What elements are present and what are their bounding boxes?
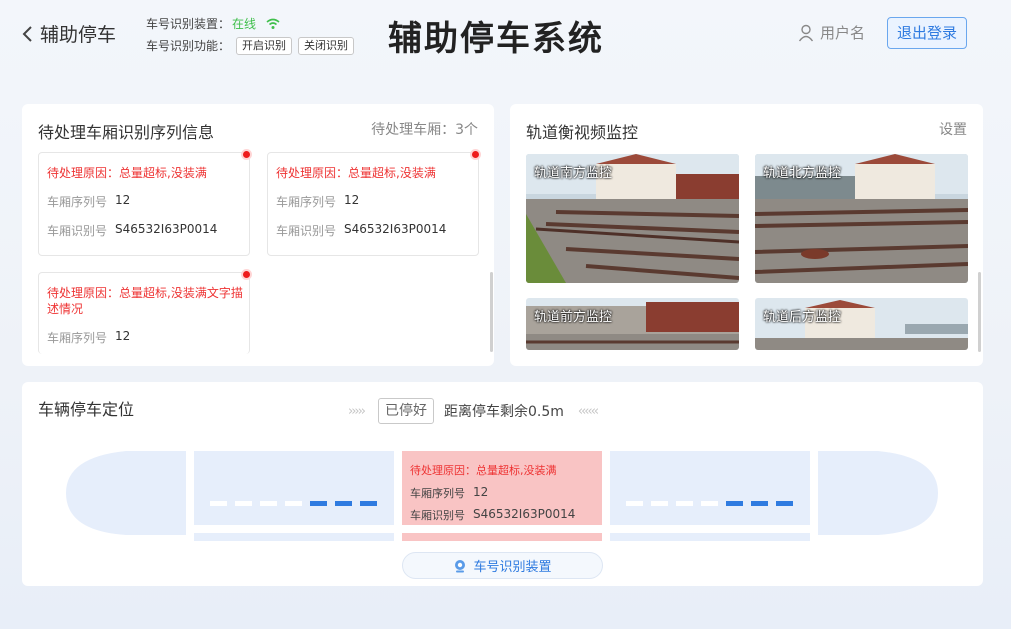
car-segment: [360, 501, 377, 506]
car-segment: [676, 501, 693, 506]
function-label: 车号识别功能：: [146, 39, 231, 53]
train-car[interactable]: [194, 451, 394, 525]
alert-dot: [470, 149, 481, 160]
id-label: 车厢识别号: [276, 224, 337, 238]
camera-label: 轨道后方监控: [763, 310, 842, 325]
car-segment: [726, 501, 743, 506]
logout-button[interactable]: 退出登录: [887, 17, 967, 49]
pending-title: 待处理车厢识别序列信息: [38, 123, 215, 142]
wifi-icon: [266, 18, 280, 29]
username: 用户名: [820, 24, 866, 42]
seq-value: 12: [115, 329, 131, 343]
active-id-label: 车厢识别号: [410, 509, 465, 522]
seq-value: 12: [344, 193, 360, 207]
page-title: 辅助停车系统: [388, 19, 604, 59]
alert-dot: [241, 149, 252, 160]
pending-card[interactable]: 待处理原因：总量超标,没装满文字描述情况 车厢序列号 12: [38, 269, 252, 354]
stopped-badge: 已停好: [378, 398, 434, 424]
camera-label: 轨道前方监控: [534, 310, 613, 325]
alert-dot: [241, 269, 252, 280]
car-segment: [751, 501, 768, 506]
recognition-device-button[interactable]: 车号识别装置: [402, 552, 603, 579]
pending-card[interactable]: 待处理原因：总量超标,没装满 车厢序列号 12 车厢识别号 S46532I63P00…: [38, 149, 252, 256]
forward-arrows: ›››››: [348, 403, 366, 419]
settings-link[interactable]: 设置: [939, 119, 967, 139]
camera-feed[interactable]: 轨道前方监控: [526, 298, 739, 350]
card-reason: 待处理原因：总量超标,没装满: [47, 166, 207, 180]
car-segment: [335, 501, 352, 506]
car-segment: [235, 501, 252, 506]
enable-recognition-button[interactable]: 开启识别: [236, 37, 293, 55]
car-segment: [701, 501, 718, 506]
active-train-car[interactable]: 待处理原因：总量超标,没装满 车厢序列号 12 车厢识别号 S46532I63P00…: [402, 451, 602, 525]
recognition-device-label: 车号识别装置: [473, 560, 552, 575]
car-segment: [310, 501, 327, 506]
active-car-lower: [402, 533, 602, 541]
device-info: 车号识别装置： 在线 车号识别功能： 开启识别 关闭识别: [146, 13, 355, 57]
seq-label: 车厢序列号: [47, 195, 108, 209]
camera-feed[interactable]: 轨道北方监控: [755, 154, 968, 283]
card-reason: 待处理原因：总量超标,没装满文字描述情况: [47, 286, 243, 316]
locomotive-front: [66, 451, 186, 535]
parking-status: ››››› 已停好 距离停车剩余0.5m ‹‹‹‹‹‹: [348, 398, 599, 424]
camera-feed[interactable]: 轨道南方监控: [526, 154, 739, 283]
backward-arrows: ‹‹‹‹‹‹: [577, 403, 599, 419]
car-segment: [776, 501, 793, 506]
pending-card[interactable]: 待处理原因：总量超标,没装满 车厢序列号 12 车厢识别号 S46532I63P00…: [267, 149, 481, 256]
back-label: 辅助停车: [40, 24, 117, 46]
user-menu[interactable]: 用户名: [798, 22, 865, 43]
distance-text: 距离停车剩余0.5m: [444, 404, 564, 420]
camera-feed[interactable]: 轨道后方监控: [755, 298, 968, 350]
seq-label: 车厢序列号: [47, 331, 108, 345]
car-segment: [285, 501, 302, 506]
locomotive-rear: [818, 451, 938, 535]
disable-recognition-button[interactable]: 关闭识别: [298, 37, 355, 55]
car-segment: [210, 501, 227, 506]
user-icon: [798, 24, 814, 41]
monitor-title: 轨道衡视频监控: [526, 123, 639, 142]
seq-label: 车厢序列号: [276, 195, 337, 209]
camera-label: 轨道北方监控: [763, 166, 842, 181]
parking-title: 车辆停车定位: [38, 400, 135, 419]
active-reason: 待处理原因：总量超标,没装满: [410, 464, 557, 477]
header: 辅助停车 车号识别装置： 在线 车号识别功能： 开启识别 关闭识别 辅助停车系统…: [0, 0, 1011, 72]
train-car-lower: [610, 533, 810, 541]
card-reason: 待处理原因：总量超标,没装满: [276, 166, 436, 180]
car-segment: [626, 501, 643, 506]
active-seq-value: 12: [473, 485, 489, 499]
back-button[interactable]: 辅助停车: [20, 20, 116, 47]
camera-icon: [455, 559, 466, 572]
car-segment: [260, 501, 277, 506]
monitor-panel: 轨道衡视频监控 设置 轨道南方监控 轨道北方监控 轨道前方监控 轨道后方监控: [510, 104, 983, 366]
seq-value: 12: [115, 193, 131, 207]
active-id-value: S46532I63P0014: [473, 507, 576, 521]
pending-count: 待处理车厢：3个: [371, 122, 478, 138]
camera-label: 轨道南方监控: [534, 166, 613, 181]
scrollbar[interactable]: [978, 272, 981, 352]
car-segment: [651, 501, 668, 506]
device-label: 车号识别装置：: [146, 17, 231, 31]
train-car-lower: [194, 533, 394, 541]
id-value: S46532I63P0014: [115, 222, 218, 236]
id-label: 车厢识别号: [47, 224, 108, 238]
device-status: 在线: [232, 17, 257, 31]
pending-panel: 待处理车厢识别序列信息 待处理车厢：3个 待处理原因：总量超标,没装满 车厢序列…: [22, 104, 494, 366]
active-seq-label: 车厢序列号: [410, 487, 465, 500]
train-car[interactable]: [610, 451, 810, 525]
chevron-left-icon: [22, 25, 32, 42]
id-value: S46532I63P0014: [344, 222, 447, 236]
scrollbar[interactable]: [490, 272, 493, 352]
parking-panel: 车辆停车定位 ››››› 已停好 距离停车剩余0.5m ‹‹‹‹‹‹ 待处理原因…: [22, 382, 983, 586]
